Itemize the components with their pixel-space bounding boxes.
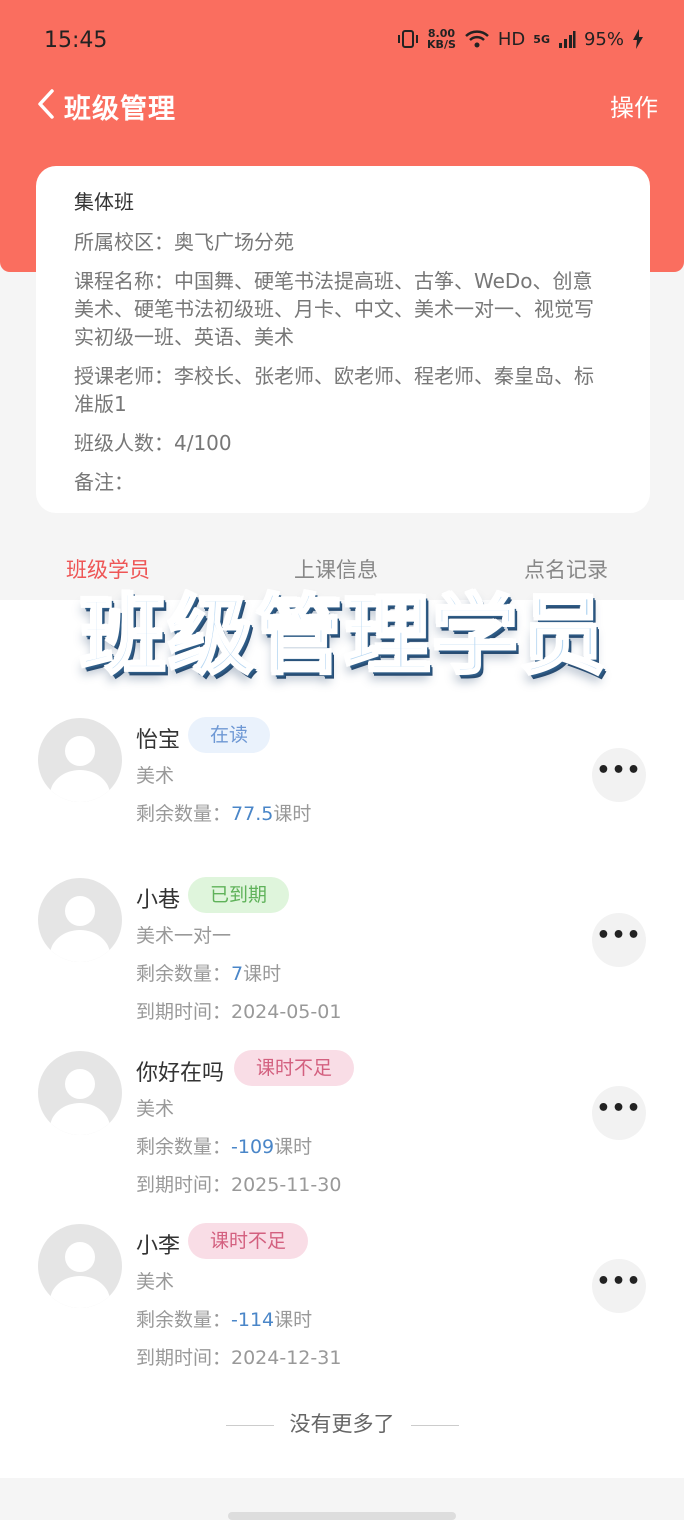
page-title: 班级管理 bbox=[64, 94, 176, 125]
signal-label: 5G bbox=[533, 32, 550, 46]
class-size-row: 班级人数：4/100 bbox=[74, 431, 232, 455]
expire-date: 到期时间：2024-12-31 bbox=[136, 1347, 342, 1369]
student-course: 美术 bbox=[136, 765, 175, 787]
ellipsis-icon: ••• bbox=[596, 923, 642, 948]
vibrate-icon bbox=[398, 30, 419, 48]
student-row[interactable]: 小李 课时不足 美术 剩余数量：-114课时 到期时间：2024-12-31 •… bbox=[0, 1218, 684, 1369]
divider bbox=[410, 1424, 459, 1426]
campus-row: 所属校区：奥飞广场分苑 bbox=[74, 230, 294, 254]
battery-percent: 95% bbox=[583, 28, 624, 50]
student-course: 美术 bbox=[136, 1098, 175, 1120]
student-name: 小巷 bbox=[136, 888, 181, 913]
divider bbox=[225, 1424, 274, 1426]
avatar bbox=[38, 878, 122, 962]
status-badge: 课时不足 bbox=[188, 1223, 309, 1259]
avatar bbox=[38, 1224, 122, 1308]
status-bar: 15:45 8.00 KB/S HD 5G 95% bbox=[0, 0, 684, 80]
overlay-banner-title: 班级管理学员 bbox=[79, 585, 608, 688]
no-more-text: 没有更多了 bbox=[289, 1412, 395, 1436]
remaining-hours: 剩余数量：77.5课时 bbox=[136, 803, 312, 825]
student-row[interactable]: 怡宝 在读 美术 剩余数量：77.5课时 ••• bbox=[0, 712, 684, 862]
net-speed: 8.00 KB/S bbox=[427, 27, 456, 51]
student-course: 美术一对一 bbox=[136, 925, 232, 947]
avatar bbox=[38, 1051, 122, 1135]
more-options-button[interactable]: ••• bbox=[592, 913, 646, 967]
signal-icon bbox=[558, 31, 576, 48]
home-indicator[interactable] bbox=[228, 1512, 456, 1520]
more-options-button[interactable]: ••• bbox=[592, 748, 646, 802]
navigation-bar: 班级管理 操作 bbox=[0, 80, 684, 130]
status-badge: 在读 bbox=[188, 717, 271, 753]
expire-date: 到期时间：2025-11-30 bbox=[136, 1174, 342, 1196]
student-row[interactable]: 你好在吗 课时不足 美术 剩余数量：-109课时 到期时间：2025-11-30… bbox=[0, 1045, 684, 1196]
student-name: 小李 bbox=[136, 1234, 181, 1259]
student-name: 你好在吗 bbox=[136, 1061, 225, 1086]
class-info-card: 集体班 所属校区：奥飞广场分苑 课程名称：中国舞、硬笔书法提高班、古筝、WeDo… bbox=[36, 166, 650, 513]
ellipsis-icon: ••• bbox=[596, 758, 642, 783]
expire-date: 到期时间：2024-05-01 bbox=[136, 1001, 342, 1023]
operate-button[interactable]: 操作 bbox=[610, 88, 658, 123]
remaining-hours: 剩余数量：7课时 bbox=[136, 963, 282, 985]
remaining-hours: 剩余数量：-114课时 bbox=[136, 1309, 313, 1331]
more-options-button[interactable]: ••• bbox=[592, 1086, 646, 1140]
remaining-hours: 剩余数量：-109课时 bbox=[136, 1136, 313, 1158]
student-row[interactable]: 小巷 已到期 美术一对一 剩余数量：7课时 到期时间：2024-05-01 ••… bbox=[0, 872, 684, 1023]
student-name: 怡宝 bbox=[136, 728, 181, 753]
hd-label: HD bbox=[497, 28, 526, 50]
student-course: 美术 bbox=[136, 1271, 175, 1293]
ellipsis-icon: ••• bbox=[596, 1269, 642, 1294]
courses-row: 课程名称：中国舞、硬笔书法提高班、古筝、WeDo、创意美术、硬笔书法初级班、月卡… bbox=[74, 269, 594, 349]
status-time: 15:45 bbox=[44, 28, 108, 53]
list-end-indicator: 没有更多了 bbox=[0, 1408, 684, 1438]
avatar bbox=[38, 718, 122, 802]
teachers-row: 授课老师：李校长、张老师、欧老师、程老师、秦皇岛、标准版1 bbox=[74, 364, 594, 416]
note-row: 备注： bbox=[74, 470, 134, 494]
ellipsis-icon: ••• bbox=[596, 1096, 642, 1121]
more-options-button[interactable]: ••• bbox=[592, 1259, 646, 1313]
wifi-icon bbox=[465, 30, 489, 48]
status-icons: 8.00 KB/S HD 5G 95% bbox=[397, 28, 644, 50]
class-type: 集体班 bbox=[74, 190, 134, 214]
status-badge: 已到期 bbox=[188, 877, 290, 913]
charging-bolt-icon bbox=[633, 29, 643, 49]
back-chevron-icon[interactable] bbox=[34, 88, 60, 120]
status-badge: 课时不足 bbox=[234, 1050, 355, 1086]
